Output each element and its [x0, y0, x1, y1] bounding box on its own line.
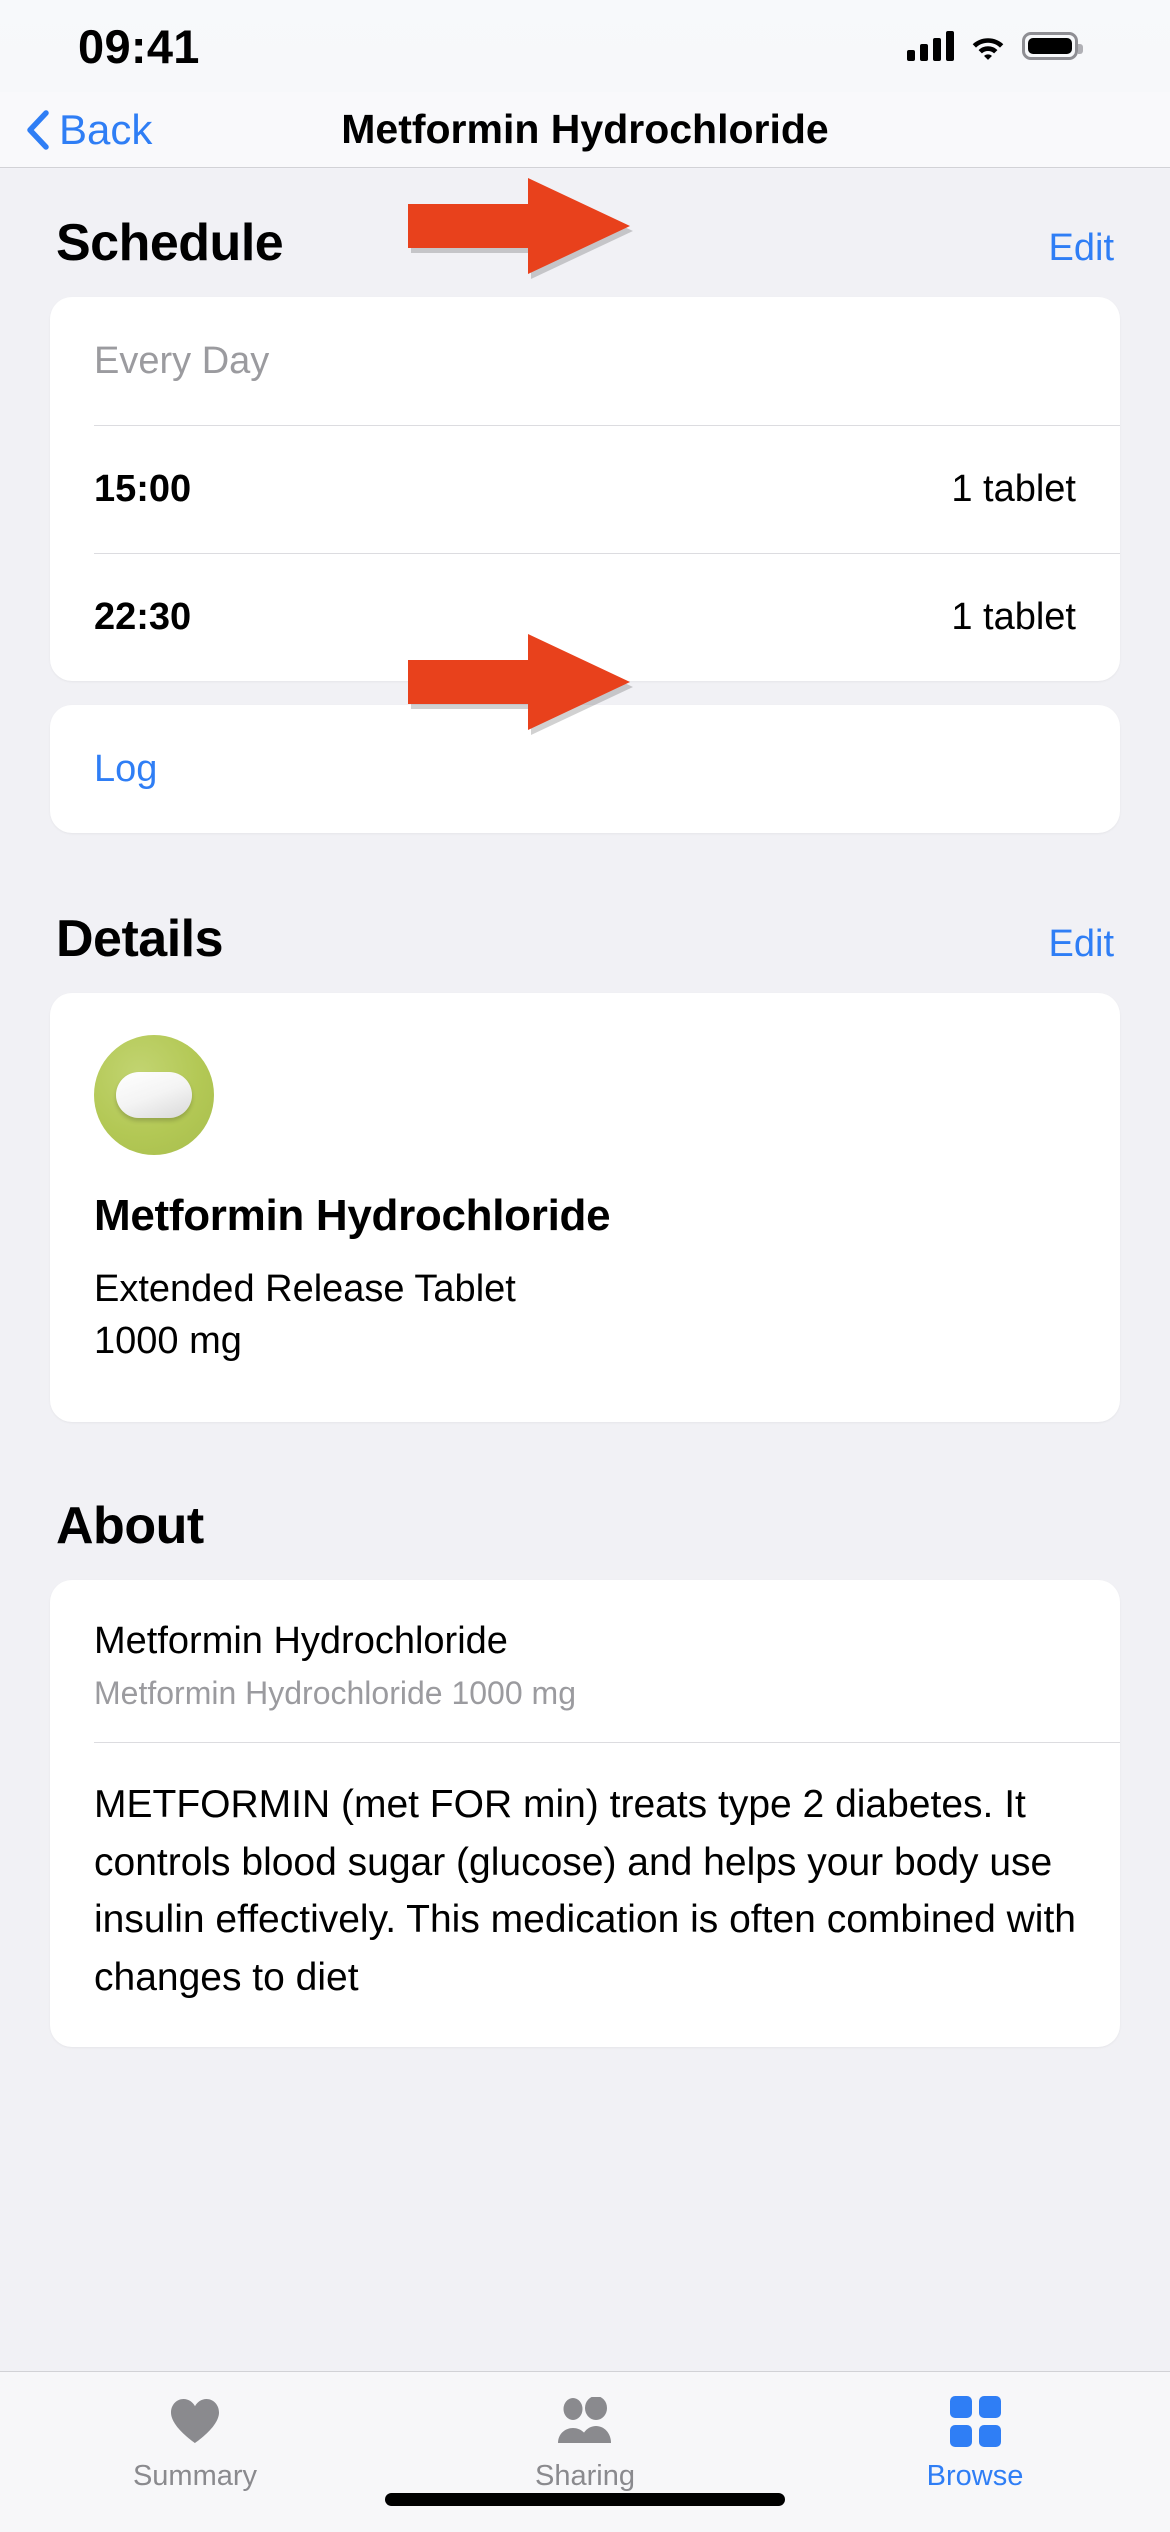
about-header: Metformin Hydrochloride Metformin Hydroc…	[50, 1580, 1120, 1742]
schedule-frequency-row[interactable]: Every Day	[50, 297, 1120, 425]
cellular-signal-icon	[907, 31, 954, 61]
medication-form: Extended Release Tablet	[94, 1268, 516, 1310]
about-card: Metformin Hydrochloride Metformin Hydroc…	[50, 1579, 1120, 2047]
medication-strength: 1000 mg	[94, 1320, 242, 1363]
dose-amount: 1 tablet	[951, 595, 1076, 638]
details-title: Details	[56, 910, 224, 968]
schedule-edit-button[interactable]: Edit	[1049, 227, 1114, 270]
about-section-header: About	[0, 1496, 1170, 1556]
dose-time: 22:30	[94, 595, 192, 638]
details-card: Metformin Hydrochloride Extended Release…	[50, 993, 1120, 1422]
schedule-dose-row[interactable]: 15:00 1 tablet	[50, 425, 1120, 553]
grid-squares-icon	[949, 2394, 1001, 2448]
details-edit-button[interactable]: Edit	[1049, 923, 1114, 966]
people-icon	[553, 2394, 617, 2448]
details-section-header: Details Edit	[0, 909, 1170, 969]
schedule-frequency-label: Every Day	[94, 339, 270, 382]
wifi-icon	[972, 37, 1004, 60]
tab-sharing-label: Sharing	[535, 2460, 635, 2492]
schedule-card: Every Day 15:00 1 tablet 22:30 1 tablet	[50, 297, 1120, 681]
status-bar-time: 09:41	[78, 19, 200, 73]
medication-name: Metformin Hydrochloride	[94, 1191, 611, 1240]
tablet-shape	[116, 1072, 192, 1118]
status-bar-indicators	[907, 31, 1083, 61]
tab-browse-label: Browse	[926, 2460, 1024, 2492]
tab-summary[interactable]: Summary	[0, 2394, 390, 2493]
pill-tablet-icon	[94, 1035, 214, 1155]
navigation-bar: Back Metformin Hydrochloride	[0, 92, 1170, 168]
home-indicator[interactable]	[385, 2493, 785, 2506]
back-button[interactable]: Back	[0, 105, 153, 153]
tab-browse[interactable]: Browse	[780, 2394, 1170, 2493]
about-description: METFORMIN (met FOR min) treats type 2 di…	[94, 1782, 1076, 2000]
battery-icon	[1022, 32, 1083, 60]
scroll-content[interactable]: Schedule Edit Every Day 15:00 1 tablet 2…	[0, 169, 1170, 2411]
tab-sharing[interactable]: Sharing	[390, 2394, 780, 2493]
about-title: About	[56, 1496, 204, 1555]
heart-icon	[169, 2394, 221, 2448]
schedule-dose-row[interactable]: 22:30 1 tablet	[50, 553, 1120, 681]
about-body: METFORMIN (met FOR min) treats type 2 di…	[50, 1741, 1120, 2007]
status-bar: 09:41	[0, 0, 1170, 92]
schedule-title: Schedule	[56, 214, 284, 272]
schedule-section-header: Schedule Edit	[0, 213, 1170, 273]
back-button-label: Back	[59, 105, 153, 153]
log-row[interactable]: Log	[50, 705, 1120, 833]
tab-summary-label: Summary	[132, 2460, 258, 2492]
log-button-label: Log	[94, 747, 158, 790]
chevron-left-icon	[27, 109, 49, 150]
about-medication-name: Metformin Hydrochloride	[94, 1619, 508, 1662]
log-card[interactable]: Log	[50, 705, 1120, 833]
phone-screen: 09:41 Back Metformin Hydrochloride Sched…	[0, 0, 1170, 2532]
tab-bar: Summary Sharing Browse	[0, 2371, 1170, 2532]
dose-time: 15:00	[94, 467, 192, 510]
dose-amount: 1 tablet	[951, 467, 1076, 510]
page-title: Metformin Hydrochloride	[341, 106, 829, 152]
about-medication-subtitle: Metformin Hydrochloride 1000 mg	[94, 1674, 576, 1711]
